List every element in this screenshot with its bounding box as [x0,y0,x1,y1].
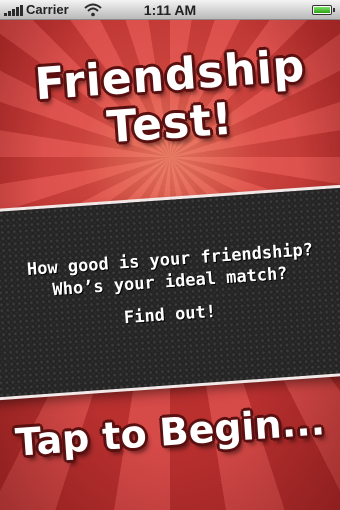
battery-fill [314,7,330,13]
status-bar: Carrier 1:11 AM [0,0,340,20]
tap-to-begin-button[interactable] [0,395,340,510]
battery-icon [312,5,335,15]
status-time: 1:11 AM [143,2,197,18]
